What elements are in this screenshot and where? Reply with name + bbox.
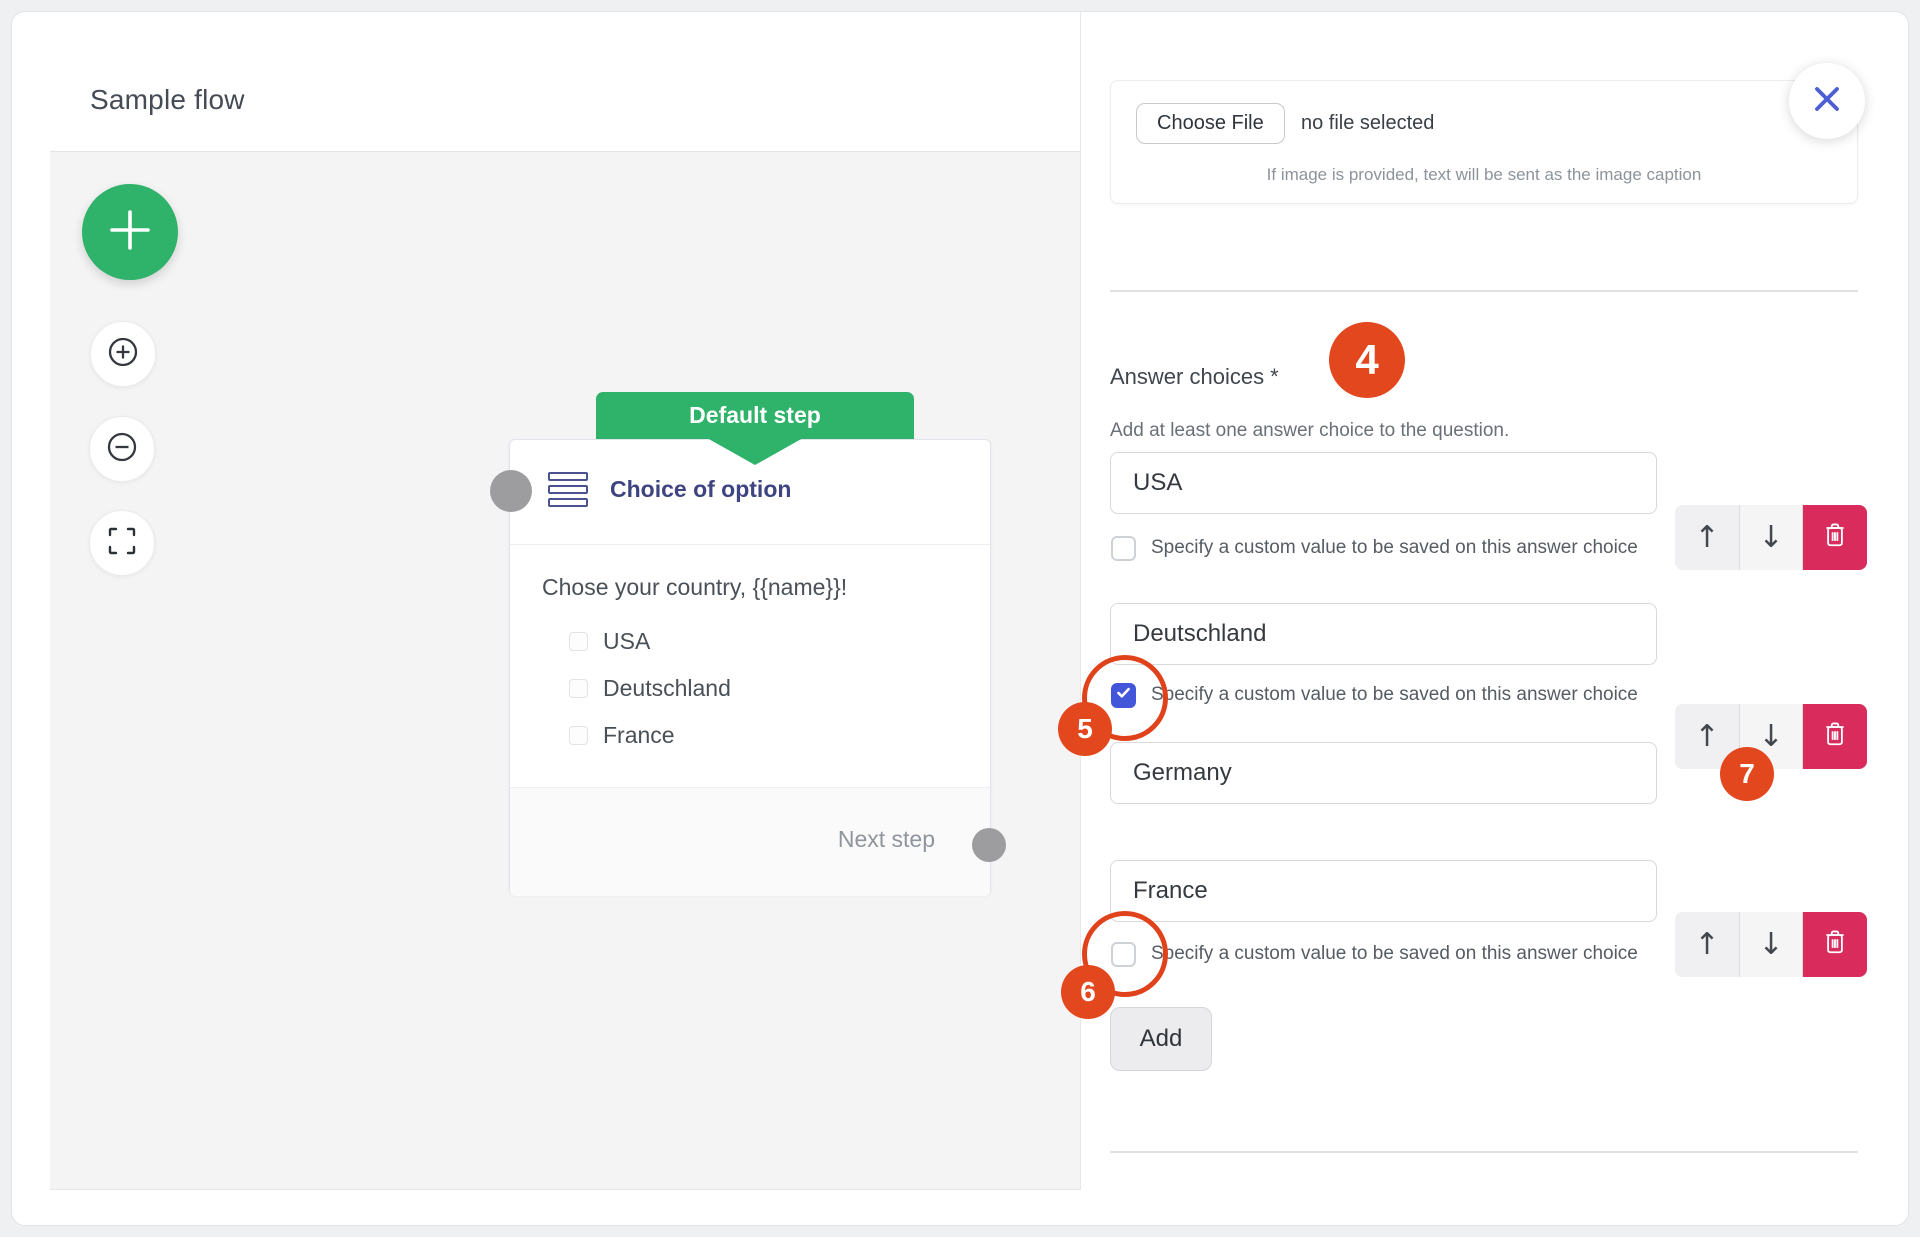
delete-choice-button[interactable] (1803, 704, 1867, 769)
trash-icon (1822, 720, 1848, 753)
zoom-out-icon (104, 429, 140, 470)
annotation-badge-4: 4 (1329, 322, 1405, 398)
answer-choices-help: Add at least one answer choice to the qu… (1110, 420, 1509, 442)
move-down-button[interactable]: ↓ (1739, 505, 1803, 570)
custom-value-label: Specify a custom value to be saved on th… (1151, 943, 1638, 965)
choice-actions-usa: ↑ ↓ (1675, 505, 1867, 570)
move-down-button[interactable]: ↓ (1739, 912, 1803, 977)
arrow-down-icon: ↓ (1758, 719, 1783, 754)
next-step-label: Next step (838, 826, 935, 853)
fit-view-button[interactable] (89, 510, 155, 576)
answer-choice-input-deutschland[interactable] (1110, 603, 1657, 665)
custom-value-row: Specify a custom value to be saved on th… (1111, 535, 1638, 561)
plus-icon (104, 204, 156, 261)
add-choice-button[interactable]: Add (1110, 1007, 1212, 1071)
page-title: Sample flow (90, 84, 245, 116)
option-label: Deutschland (603, 675, 731, 702)
answer-choices-label: Answer choices * (1110, 364, 1279, 390)
custom-value-checkbox-usa[interactable] (1111, 536, 1136, 561)
zoom-out-button[interactable] (89, 416, 155, 482)
check-icon (1115, 684, 1132, 706)
card-divider (510, 544, 990, 545)
section-divider (1110, 290, 1858, 292)
arrow-up-icon: ↑ (1694, 927, 1719, 962)
option-checkbox (569, 632, 588, 651)
flow-step-card[interactable]: Choice of option Chose your country, {{n… (509, 439, 991, 895)
section-divider (1110, 1151, 1858, 1153)
arrow-down-icon: ↓ (1758, 520, 1783, 555)
trash-icon (1822, 928, 1848, 961)
fit-view-icon (105, 524, 139, 563)
upload-hint-text: If image is provided, text will be sent … (1111, 165, 1857, 185)
choice-actions-deutschland: ↑ ↓ (1675, 704, 1867, 769)
option-checkbox (569, 726, 588, 745)
custom-value-row: Specify a custom value to be saved on th… (1111, 941, 1638, 967)
choice-actions-france: ↑ ↓ (1675, 912, 1867, 977)
card-option-row: France (569, 722, 675, 749)
next-step-connector-handle[interactable] (972, 828, 1006, 862)
add-step-button[interactable] (82, 184, 178, 280)
step-title: Choice of option (610, 476, 791, 503)
custom-value-input-germany[interactable] (1110, 742, 1657, 804)
zoom-in-button[interactable] (90, 321, 156, 387)
custom-value-label: Specify a custom value to be saved on th… (1151, 684, 1638, 706)
annotation-badge-7: 7 (1720, 747, 1774, 801)
choose-file-button[interactable]: Choose File (1136, 103, 1285, 144)
annotation-badge-5: 5 (1058, 702, 1112, 756)
step-badge-pointer (707, 438, 803, 465)
custom-value-checkbox-france[interactable] (1111, 942, 1136, 967)
input-connector-handle[interactable] (490, 470, 532, 512)
move-up-button[interactable]: ↑ (1675, 912, 1739, 977)
image-upload-box: Choose File no file selected If image is… (1110, 80, 1858, 204)
app-window: Sample flow Default step Choice of (11, 11, 1909, 1226)
answer-choice-input-france[interactable] (1110, 860, 1657, 922)
annotation-badge-6: 6 (1061, 965, 1115, 1019)
card-footer: Next step (510, 787, 990, 896)
custom-value-row: Specify a custom value to be saved on th… (1111, 682, 1638, 708)
card-option-row: Deutschland (569, 675, 731, 702)
move-up-button[interactable]: ↑ (1675, 505, 1739, 570)
option-label: France (603, 722, 675, 749)
arrow-down-icon: ↓ (1758, 927, 1783, 962)
custom-value-label: Specify a custom value to be saved on th… (1151, 537, 1638, 559)
step-type-badge: Default step (596, 392, 914, 439)
close-icon (1808, 80, 1846, 123)
option-label: USA (603, 628, 650, 655)
close-panel-button[interactable] (1789, 63, 1865, 139)
step-question-text: Chose your country, {{name}}! (542, 574, 847, 601)
delete-choice-button[interactable] (1803, 912, 1867, 977)
arrow-up-icon: ↑ (1694, 719, 1719, 754)
file-status-text: no file selected (1301, 112, 1434, 135)
card-option-row: USA (569, 628, 650, 655)
arrow-up-icon: ↑ (1694, 520, 1719, 555)
step-lines-icon (548, 472, 588, 511)
trash-icon (1822, 521, 1848, 554)
option-checkbox (569, 679, 588, 698)
custom-value-checkbox-deutschland[interactable] (1111, 683, 1136, 708)
answer-choice-input-usa[interactable] (1110, 452, 1657, 514)
delete-choice-button[interactable] (1803, 505, 1867, 570)
zoom-in-icon (105, 334, 141, 375)
